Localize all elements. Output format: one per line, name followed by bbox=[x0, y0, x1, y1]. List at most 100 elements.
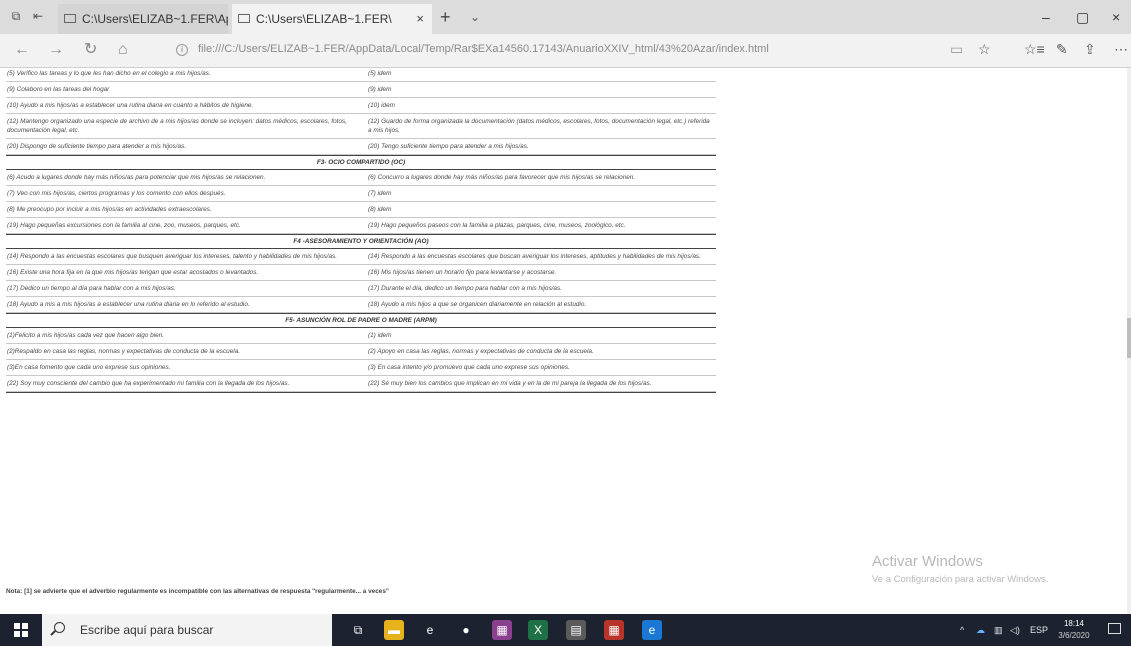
action-center-icon[interactable] bbox=[1108, 623, 1121, 634]
original-item-cell: (16) Existe una hora fija en la que mis … bbox=[7, 269, 259, 276]
close-window-button[interactable]: × bbox=[1112, 10, 1120, 24]
table-row: (10) Ayudo a mis hijos/as a establecer u… bbox=[6, 98, 716, 114]
adapted-item-cell: (2) Apoyo en casa las reglas, normas y e… bbox=[368, 348, 594, 355]
table-row: (8) Me preocupo por incluir a mis hijos/… bbox=[6, 202, 716, 218]
original-item-cell: (19) Hago pequeñas excursiones con la fa… bbox=[7, 222, 241, 229]
original-item-cell: (17) Dedico un tiempo al día para hablar… bbox=[7, 285, 176, 292]
table-row: (22) Soy muy consciente del cambio que h… bbox=[6, 376, 716, 392]
navigation-bar: ← → ↻ ⌂ i file:///C:/Users/ELIZAB~1.FER/… bbox=[0, 34, 1131, 68]
tab-preview-chevron-icon[interactable]: ⌄ bbox=[470, 10, 480, 24]
more-options-icon[interactable]: ⋯ bbox=[1114, 42, 1128, 56]
tab-label: C:\Users\ELIZAB~1.FER\ bbox=[256, 12, 392, 26]
original-item-cell: (3)En casa fomento que cada uno exprese … bbox=[7, 364, 171, 371]
winrar-icon[interactable]: ▦ bbox=[492, 620, 512, 640]
chrome-icon[interactable]: ● bbox=[456, 620, 476, 640]
back-button[interactable]: ← bbox=[14, 42, 30, 58]
volume-icon[interactable]: ◁) bbox=[1010, 625, 1020, 635]
tray-chevron-icon[interactable]: ^ bbox=[960, 625, 964, 635]
original-item-cell: (14) Respondo a las encuestas escolares … bbox=[7, 253, 338, 260]
task-view-icon[interactable]: ⧉ bbox=[348, 620, 368, 640]
original-item-cell: (22) Soy muy consciente del cambio que h… bbox=[7, 380, 290, 387]
adapted-item-cell: (9) idem bbox=[368, 86, 392, 93]
adapted-item-cell: (1) idem bbox=[368, 332, 392, 339]
table-row: (5) Verifico las tareas y lo que les han… bbox=[6, 68, 716, 82]
adapted-item-cell: (17) Durante el día, dedico un tiempo pa… bbox=[368, 285, 562, 292]
original-item-cell: (2)Respaldo en casa las reglas, normas y… bbox=[7, 348, 241, 355]
edge-icon[interactable]: e bbox=[642, 620, 662, 640]
adapted-item-cell: (22) Sé muy bien los cambios que implica… bbox=[368, 380, 652, 387]
section-header: F4 -ASESORAMIENTO Y ORIENTACIÓN (AO) bbox=[6, 234, 716, 249]
adapted-item-cell: (5) idem bbox=[368, 70, 392, 77]
table-row: (18) Ayudo a mis a mis hijos/as a establ… bbox=[6, 297, 716, 313]
footnote: Nota: [1] se advierte que el adverbio re… bbox=[6, 588, 389, 595]
activate-windows-subtitle: Ve a Configuración para activar Windows. bbox=[872, 574, 1049, 585]
favorites-hub-icon[interactable]: ☆≡ bbox=[1024, 42, 1045, 56]
page-icon bbox=[238, 14, 250, 23]
adapted-item-cell: (19) Hago pequeños paseos con la familia… bbox=[368, 222, 626, 229]
table-row: (16) Existe una hora fija en la que mis … bbox=[6, 265, 716, 281]
clock-time: 18:14 bbox=[1063, 619, 1085, 628]
original-item-cell: (18) Ayudo a mis a mis hijos/as a establ… bbox=[7, 301, 250, 308]
original-item-cell: (12) Mantengo organizado una especie de … bbox=[7, 118, 347, 134]
adapted-item-cell: (6) Concurro a lugares donde hay más niñ… bbox=[368, 174, 636, 181]
minimize-button[interactable]: – bbox=[1042, 10, 1050, 24]
adapted-item-cell: (12) Guardo de forma organizada la docum… bbox=[368, 118, 710, 134]
tab-app-folder[interactable]: C:\Users\ELIZAB~1.FER\App bbox=[58, 4, 228, 34]
home-button[interactable]: ⌂ bbox=[118, 42, 128, 58]
table-row: (17) Dedico un tiempo al día para hablar… bbox=[6, 281, 716, 297]
table-row: (2)Respaldo en casa las reglas, normas y… bbox=[6, 344, 716, 360]
search-icon bbox=[54, 622, 65, 633]
refresh-button[interactable]: ↻ bbox=[84, 42, 97, 58]
taskbar-search-input[interactable]: Escribe aquí para buscar bbox=[42, 614, 332, 646]
page-icon bbox=[64, 14, 76, 23]
internet-explorer-icon[interactable]: e bbox=[420, 620, 440, 640]
adapted-item-cell: (7) idem bbox=[368, 190, 392, 197]
table-row: (20) Dispongo de suficiente tiempo para … bbox=[6, 139, 716, 155]
forward-button[interactable]: → bbox=[48, 42, 64, 58]
table-row: (7) Veo con mis hijos/as, ciertos progra… bbox=[6, 186, 716, 202]
original-item-cell: (9) Colaboro en las tareas del hogar bbox=[7, 86, 110, 93]
start-windows-icon[interactable] bbox=[14, 623, 28, 637]
share-icon[interactable]: ⇪ bbox=[1084, 42, 1096, 56]
original-item-cell: (5) Verifico las tareas y lo que les han… bbox=[7, 70, 211, 77]
onedrive-icon[interactable]: ☁ bbox=[976, 625, 985, 635]
calculator-icon[interactable]: ▤ bbox=[566, 620, 586, 640]
clock[interactable]: 18:14 3/6/2020 bbox=[1054, 618, 1094, 642]
table-row: (1)Felicito a mis hijos/as cada vez que … bbox=[6, 328, 716, 344]
tab-active-page[interactable]: C:\Users\ELIZAB~1.FER\ × bbox=[232, 4, 432, 34]
tab-actions-icon[interactable]: ⧉ bbox=[8, 9, 24, 23]
adapted-item-cell: (20) Tengo suficiente tiempo para atende… bbox=[368, 143, 529, 150]
new-tab-button[interactable]: + bbox=[440, 8, 451, 26]
maximize-button[interactable]: ▢ bbox=[1076, 10, 1089, 24]
address-input[interactable]: file:///C:/Users/ELIZAB~1.FER/AppData/Lo… bbox=[198, 43, 769, 55]
network-icon[interactable]: ▥ bbox=[994, 625, 1003, 635]
favorite-star-icon[interactable]: ☆ bbox=[978, 42, 991, 56]
original-item-cell: (7) Veo con mis hijos/as, ciertos progra… bbox=[7, 190, 226, 197]
table-row: (14) Respondo a las encuestas escolares … bbox=[6, 249, 716, 265]
adapted-item-cell: (16) Mis hijos/as tienen un horario fijo… bbox=[368, 269, 557, 276]
section-header: F5- ASUNCIÓN ROL DE PADRE O MADRE (ARPM) bbox=[6, 313, 716, 328]
tiles-app-icon[interactable]: ▦ bbox=[604, 620, 624, 640]
vertical-scrollbar[interactable] bbox=[1127, 68, 1131, 614]
adapted-item-cell: (3) En casa intento y/o promuevo que cad… bbox=[368, 364, 570, 371]
language-indicator[interactable]: ESP bbox=[1030, 625, 1048, 635]
original-item-cell: (1)Felicito a mis hijos/as cada vez que … bbox=[7, 332, 165, 339]
table-row: (9) Colaboro en las tareas del hogar (9) … bbox=[6, 82, 716, 98]
reading-view-icon[interactable]: ▭ bbox=[950, 42, 963, 56]
excel-icon[interactable]: X bbox=[528, 620, 548, 640]
close-tab-icon[interactable]: × bbox=[416, 4, 424, 34]
file-explorer-icon[interactable]: ▬ bbox=[384, 620, 404, 640]
notes-pen-icon[interactable]: ✎ bbox=[1056, 42, 1068, 56]
browser-tab-strip: ⧉ ⇤ C:\Users\ELIZAB~1.FER\App C:\Users\E… bbox=[0, 0, 1131, 34]
table-row: (12) Mantengo organizado una especie de … bbox=[6, 114, 716, 139]
info-icon[interactable]: i bbox=[176, 44, 188, 56]
set-aside-tabs-icon[interactable]: ⇤ bbox=[30, 9, 46, 23]
table-end-rule bbox=[6, 392, 716, 393]
scrollbar-thumb[interactable] bbox=[1127, 318, 1131, 358]
windows-taskbar: Escribe aquí para buscar ⧉ ▬ e ● ▦ X ▤ ▦ e ^ ☁ ▥… bbox=[0, 614, 1131, 646]
original-item-cell: (8) Me preocupo por incluir a mis hijos/… bbox=[7, 206, 212, 213]
table-row: (6) Acudo a lugares donde hay más niños/… bbox=[6, 170, 716, 186]
section-header: F3- OCIO COMPARTIDO (OC) bbox=[6, 155, 716, 170]
clock-date: 3/6/2020 bbox=[1058, 631, 1090, 640]
adapted-item-cell: (14) Respondo a las encuestas escolares … bbox=[368, 253, 701, 260]
